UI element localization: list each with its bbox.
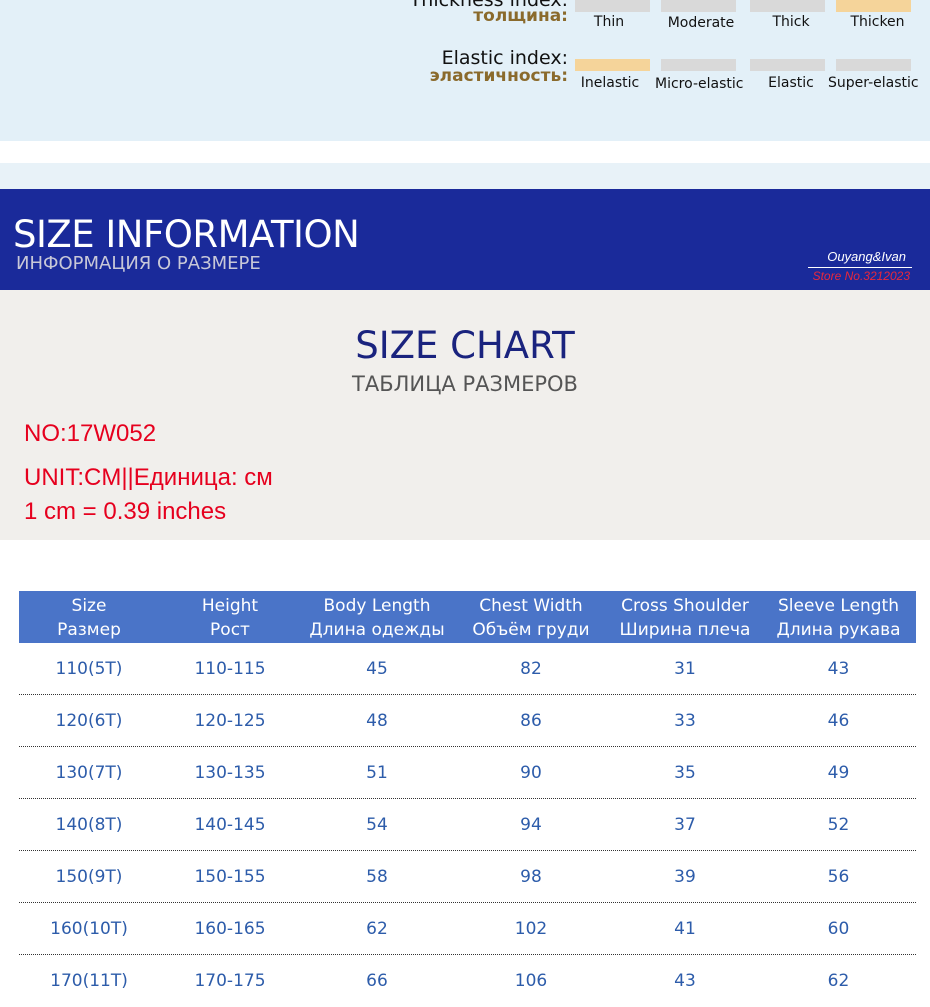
- cell-cross-shoulder: 39: [674, 867, 696, 887]
- brand-name: Ouyang&Ivan: [827, 249, 906, 264]
- cell-chest-width: 90: [520, 763, 542, 783]
- cell-sleeve-length: 43: [827, 659, 850, 679]
- cell-height: 160-165: [194, 919, 266, 939]
- thickness-option-moderate: Moderate: [667, 15, 735, 31]
- cell-cross-shoulder: 33: [674, 711, 696, 731]
- cell-body-length: 45: [366, 659, 388, 679]
- header-body-length: Body Length Длина одежды: [309, 596, 445, 640]
- store-number: Store No.3212023: [812, 269, 910, 283]
- size-chart-subtitle: ТАБЛИЦА РАЗМЕРОВ: [352, 372, 578, 396]
- elastic-bar-micro-elastic: [661, 59, 736, 71]
- cell-size: 130(7T): [55, 763, 123, 783]
- header-size: Size Размер: [57, 596, 121, 640]
- elastic-option-inelastic: Inelastic: [580, 75, 640, 91]
- size-information-banner: SIZE INFORMATION ИНФОРМАЦИЯ О РАЗМЕРЕ Ou…: [0, 189, 930, 290]
- cell-sleeve-length: 52: [827, 815, 850, 835]
- cell-chest-width: 82: [520, 659, 542, 679]
- cell-cross-shoulder: 37: [674, 815, 696, 835]
- thickness-option-thicken: Thicken: [850, 14, 905, 30]
- cell-size: 140(8T): [55, 815, 123, 835]
- thickness-bar-thicken: [836, 0, 911, 12]
- table-row: 120(6T) 120-125 48 86 33 46: [19, 695, 916, 747]
- unit-note: UNIT:CM||Единица: см: [24, 464, 273, 491]
- cell-size: 120(6T): [55, 711, 123, 731]
- cell-sleeve-length: 60: [827, 919, 850, 939]
- thickness-bar-thin: [575, 0, 650, 12]
- table-row: 150(9T) 150-155 58 98 39 56: [19, 851, 916, 903]
- thickness-option-thick: Thick: [772, 14, 810, 30]
- header-chest-width: Chest Width Объём груди: [472, 596, 590, 640]
- thickness-bar-thick: [750, 0, 825, 12]
- table-row: 130(7T) 130-135 51 90 35 49: [19, 747, 916, 799]
- elastic-option-micro-elastic: Micro-elastic: [655, 76, 744, 92]
- header-height: Height Рост: [201, 596, 259, 640]
- cell-body-length: 62: [366, 919, 388, 939]
- elastic-bar-super-elastic: [836, 59, 911, 71]
- table-row: 160(10T) 160-165 62 102 41 60: [19, 903, 916, 955]
- cell-height: 110-115: [194, 659, 266, 679]
- conversion-note: 1 cm = 0.39 inches: [24, 498, 227, 525]
- cell-sleeve-length: 62: [827, 971, 850, 991]
- table-row: 140(8T) 140-145 54 94 37 52: [19, 799, 916, 851]
- cell-size: 110(5T): [55, 659, 123, 679]
- cell-chest-width: 94: [520, 815, 542, 835]
- cell-chest-width: 106: [514, 971, 548, 991]
- cell-size: 160(10T): [50, 919, 128, 939]
- divider: [0, 141, 930, 163]
- divider-strip: [0, 163, 930, 189]
- table-row: 110(5T) 110-115 45 82 31 43: [19, 643, 916, 695]
- table-header: Size Размер Height Рост Body Length Длина о…: [19, 591, 916, 643]
- elastic-index-label-ru: эластичность:: [429, 66, 568, 86]
- product-number: NO:17W052: [24, 420, 157, 447]
- size-chart-title: SIZE CHART: [355, 324, 575, 367]
- cell-sleeve-length: 46: [827, 711, 850, 731]
- cell-cross-shoulder: 43: [674, 971, 696, 991]
- cell-body-length: 58: [366, 867, 388, 887]
- table-row: 170(11T) 170-175 66 106 43 62: [19, 955, 916, 1007]
- cell-body-length: 48: [366, 711, 388, 731]
- cell-height: 150-155: [194, 867, 266, 887]
- cell-body-length: 54: [366, 815, 388, 835]
- cell-height: 170-175: [194, 971, 266, 991]
- cell-cross-shoulder: 41: [674, 919, 696, 939]
- cell-chest-width: 86: [520, 711, 542, 731]
- elastic-bar-elastic: [750, 59, 825, 71]
- cell-height: 130-135: [194, 763, 266, 783]
- cell-size: 150(9T): [55, 867, 123, 887]
- banner-title: SIZE INFORMATION: [13, 213, 360, 256]
- thickness-option-thin: Thin: [593, 14, 625, 30]
- header-cross-shoulder: Cross Shoulder Ширина плеча: [619, 596, 751, 640]
- banner-subtitle: ИНФОРМАЦИЯ О РАЗМЕРЕ: [16, 253, 261, 274]
- elastic-bar-inelastic: [575, 59, 650, 71]
- elastic-option-elastic: Elastic: [768, 75, 814, 91]
- cell-height: 140-145: [194, 815, 266, 835]
- cell-chest-width: 98: [520, 867, 542, 887]
- size-chart-header: SIZE CHART ТАБЛИЦА РАЗМЕРОВ NO:17W052 UN…: [0, 290, 930, 540]
- cell-sleeve-length: 49: [827, 763, 850, 783]
- brand-divider: [808, 267, 912, 268]
- cell-size: 170(11T): [50, 971, 128, 991]
- thickness-bar-moderate: [661, 0, 736, 12]
- elastic-option-super-elastic: Super-elastic: [828, 75, 919, 91]
- cell-cross-shoulder: 31: [674, 659, 696, 679]
- cell-body-length: 51: [366, 763, 388, 783]
- thickness-index-label-ru: толщина:: [473, 6, 568, 26]
- cell-cross-shoulder: 35: [674, 763, 696, 783]
- cell-chest-width: 102: [514, 919, 548, 939]
- cell-sleeve-length: 56: [827, 867, 850, 887]
- cell-body-length: 66: [366, 971, 388, 991]
- size-table: Size Размер Height Рост Body Length Длина о…: [0, 540, 930, 992]
- header-sleeve-length: Sleeve Length Длина рукава: [776, 596, 901, 640]
- cell-height: 120-125: [194, 711, 266, 731]
- fabric-index-panel: Thickness index: толщина: Thin Moderate …: [0, 0, 930, 141]
